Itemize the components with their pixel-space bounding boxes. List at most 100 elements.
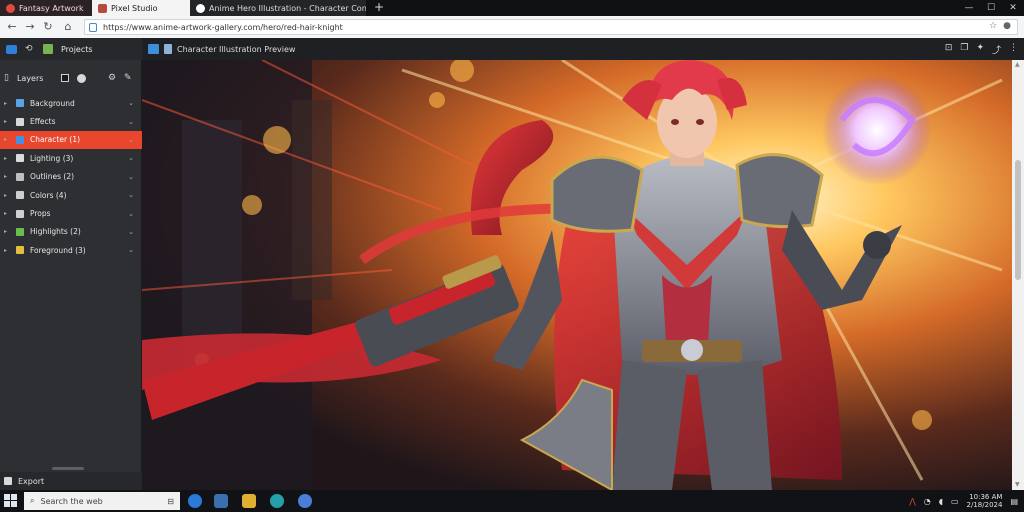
profile-icon[interactable]: ●: [1003, 21, 1011, 31]
tab-label: Fantasy Artwork: [19, 3, 84, 13]
tab-label: Anime Hero Illustration - Character Conc…: [209, 3, 366, 13]
tab-active-artwork[interactable]: Anime Hero Illustration - Character Conc…: [190, 0, 366, 16]
artwork-svg: [142, 60, 1012, 490]
fit-screen-icon[interactable]: ⊡: [945, 43, 953, 56]
sidebar-item[interactable]: ▸ Highlights (2) ⌄: [0, 223, 142, 241]
expand-arrow-icon[interactable]: ▸: [4, 100, 10, 107]
chevron-down-icon[interactable]: ⌄: [128, 210, 134, 218]
sidebar-item[interactable]: ▸ Character (1) ⌄: [0, 130, 142, 150]
lock-icon: [89, 22, 97, 32]
copy-icon[interactable]: ❐: [960, 43, 968, 56]
minimize-icon[interactable]: —: [958, 0, 980, 16]
tab-favicon-icon: [196, 3, 205, 13]
scrollbar-thumb[interactable]: [1015, 160, 1021, 280]
folder-icon[interactable]: [242, 494, 256, 508]
chevron-down-icon[interactable]: ⌄: [128, 173, 134, 181]
expand-arrow-icon[interactable]: ▸: [4, 136, 10, 143]
sidebar-item[interactable]: ▸ Outlines (2) ⌄: [0, 168, 142, 186]
sidebar-item[interactable]: ▸ Effects ⌄: [0, 112, 142, 130]
chevron-down-icon[interactable]: ⌄: [128, 191, 134, 199]
back-icon[interactable]: ←: [4, 19, 20, 35]
maximize-icon[interactable]: ☐: [980, 0, 1002, 16]
sidebar-item-label: Effects: [30, 117, 56, 127]
tray-app-icon[interactable]: ⋀: [909, 497, 916, 506]
start-button[interactable]: [4, 494, 18, 508]
layer-icon: [16, 191, 24, 200]
refresh-icon[interactable]: ↻: [40, 19, 56, 35]
system-tray: ⋀ ◔ ◖ ▭ 10:36 AM 2/18/2024 ▤: [909, 493, 1018, 509]
chevron-down-icon[interactable]: ⌄: [128, 136, 134, 144]
star-icon[interactable]: ☆: [989, 21, 997, 31]
close-window-icon[interactable]: ✕: [1002, 0, 1024, 16]
layer-icon: [16, 209, 24, 218]
sidebar-item[interactable]: ▸ Colors (4) ⌄: [0, 186, 142, 204]
sidebar-footer[interactable]: Export: [0, 472, 142, 490]
microphone-icon[interactable]: ⊟: [167, 497, 174, 506]
battery-icon[interactable]: ▭: [951, 497, 959, 506]
chevron-down-icon[interactable]: ⌄: [128, 246, 134, 254]
url-text[interactable]: https://www.anime-artwork-gallery.com/he…: [103, 23, 343, 32]
globe-icon[interactable]: [298, 494, 312, 508]
settings-icon[interactable]: ⚙: [108, 73, 116, 83]
layer-list: ▸ Background ⌄ ▸ Effects ⌄ ▸ Character (1) ⌄ ▸ Lig…: [0, 94, 142, 260]
chevron-down-icon[interactable]: ⌄: [128, 154, 134, 162]
store-icon[interactable]: [270, 494, 284, 508]
file-explorer-icon[interactable]: [214, 494, 228, 508]
sidebar-tools-label: Layers: [16, 73, 44, 83]
notifications-icon[interactable]: ▤: [1010, 497, 1018, 506]
share-icon[interactable]: ⤴: [992, 43, 1001, 56]
forward-icon[interactable]: →: [22, 19, 38, 35]
sidebar-item-label: Character (1): [30, 135, 81, 145]
chevron-down-icon[interactable]: ⌄: [128, 228, 134, 236]
sidebar-item-label: Highlights (2): [30, 227, 81, 237]
layer-icon: [16, 172, 24, 181]
expand-arrow-icon[interactable]: ▸: [4, 155, 10, 162]
sidebar-item[interactable]: ▸ Foreground (3) ⌄: [0, 241, 142, 259]
address-bar[interactable]: https://www.anime-artwork-gallery.com/he…: [84, 19, 1018, 35]
expand-arrow-icon[interactable]: ▸: [4, 118, 10, 125]
pin-icon[interactable]: ✎: [124, 73, 132, 83]
sidebar-item[interactable]: ▸ Background ⌄: [0, 94, 142, 112]
scroll-up-icon[interactable]: ▲: [1015, 62, 1021, 68]
tab-label: Pixel Studio: [111, 3, 158, 13]
network-icon[interactable]: ◔: [924, 497, 931, 506]
new-tab-button[interactable]: +: [372, 0, 386, 16]
search-placeholder: Search the web: [40, 496, 103, 506]
search-icon: ⌕: [30, 496, 35, 505]
sidebar: ⟲ Projects ▯ Layers ⚙ ✎ ▸ Background ⌄ ▸ Eff…: [0, 38, 142, 490]
sync-icon[interactable]: ⟲: [25, 44, 35, 54]
tab-fantasy-artwork[interactable]: Fantasy Artwork: [0, 0, 92, 16]
edge-browser-icon[interactable]: [188, 494, 202, 508]
sidebar-scrollbar[interactable]: [52, 467, 84, 470]
expand-arrow-icon[interactable]: ▸: [4, 173, 10, 180]
layer-icon: [16, 227, 24, 236]
taskbar-search[interactable]: ⌕ Search the web ⊟: [24, 492, 180, 510]
sidebar-item[interactable]: ▸ Lighting (3) ⌄: [0, 149, 142, 167]
expand-arrow-icon[interactable]: ▸: [4, 192, 10, 199]
tab-favicon-icon: [6, 3, 15, 13]
content-toolbar: Character Illustration Preview ⊡ ❐ ✦ ⤴ ⋮: [142, 38, 1024, 60]
new-layer-icon[interactable]: [60, 74, 69, 82]
sidebar-item-label: Background: [30, 98, 75, 108]
clock[interactable]: 10:36 AM 2/18/2024: [967, 493, 1003, 509]
extensions-icon[interactable]: ✦: [976, 43, 984, 56]
sidebar-item[interactable]: ▸ Props ⌄: [0, 204, 142, 222]
menu-icon[interactable]: ⋮: [1009, 43, 1018, 56]
content-title: Character Illustration Preview: [177, 44, 296, 54]
hero-artwork-image: [142, 60, 1012, 490]
layer-icon: [16, 99, 24, 108]
content-scrollbar[interactable]: ▲ ▼: [1012, 60, 1024, 490]
tab-pixel-studio[interactable]: Pixel Studio: [92, 0, 190, 16]
expand-arrow-icon[interactable]: ▸: [4, 228, 10, 235]
volume-icon[interactable]: ◖: [939, 497, 943, 506]
sidebar-item-label: Lighting (3): [30, 153, 74, 163]
mask-icon[interactable]: [76, 73, 86, 83]
export-icon: [4, 477, 12, 485]
layer-icon: [16, 117, 24, 126]
expand-arrow-icon[interactable]: ▸: [4, 247, 10, 254]
home-icon[interactable]: ⌂: [60, 19, 76, 35]
scroll-down-icon[interactable]: ▼: [1015, 482, 1021, 488]
chevron-down-icon[interactable]: ⌄: [128, 118, 134, 126]
expand-arrow-icon[interactable]: ▸: [4, 210, 10, 217]
chevron-down-icon[interactable]: ⌄: [128, 99, 134, 107]
